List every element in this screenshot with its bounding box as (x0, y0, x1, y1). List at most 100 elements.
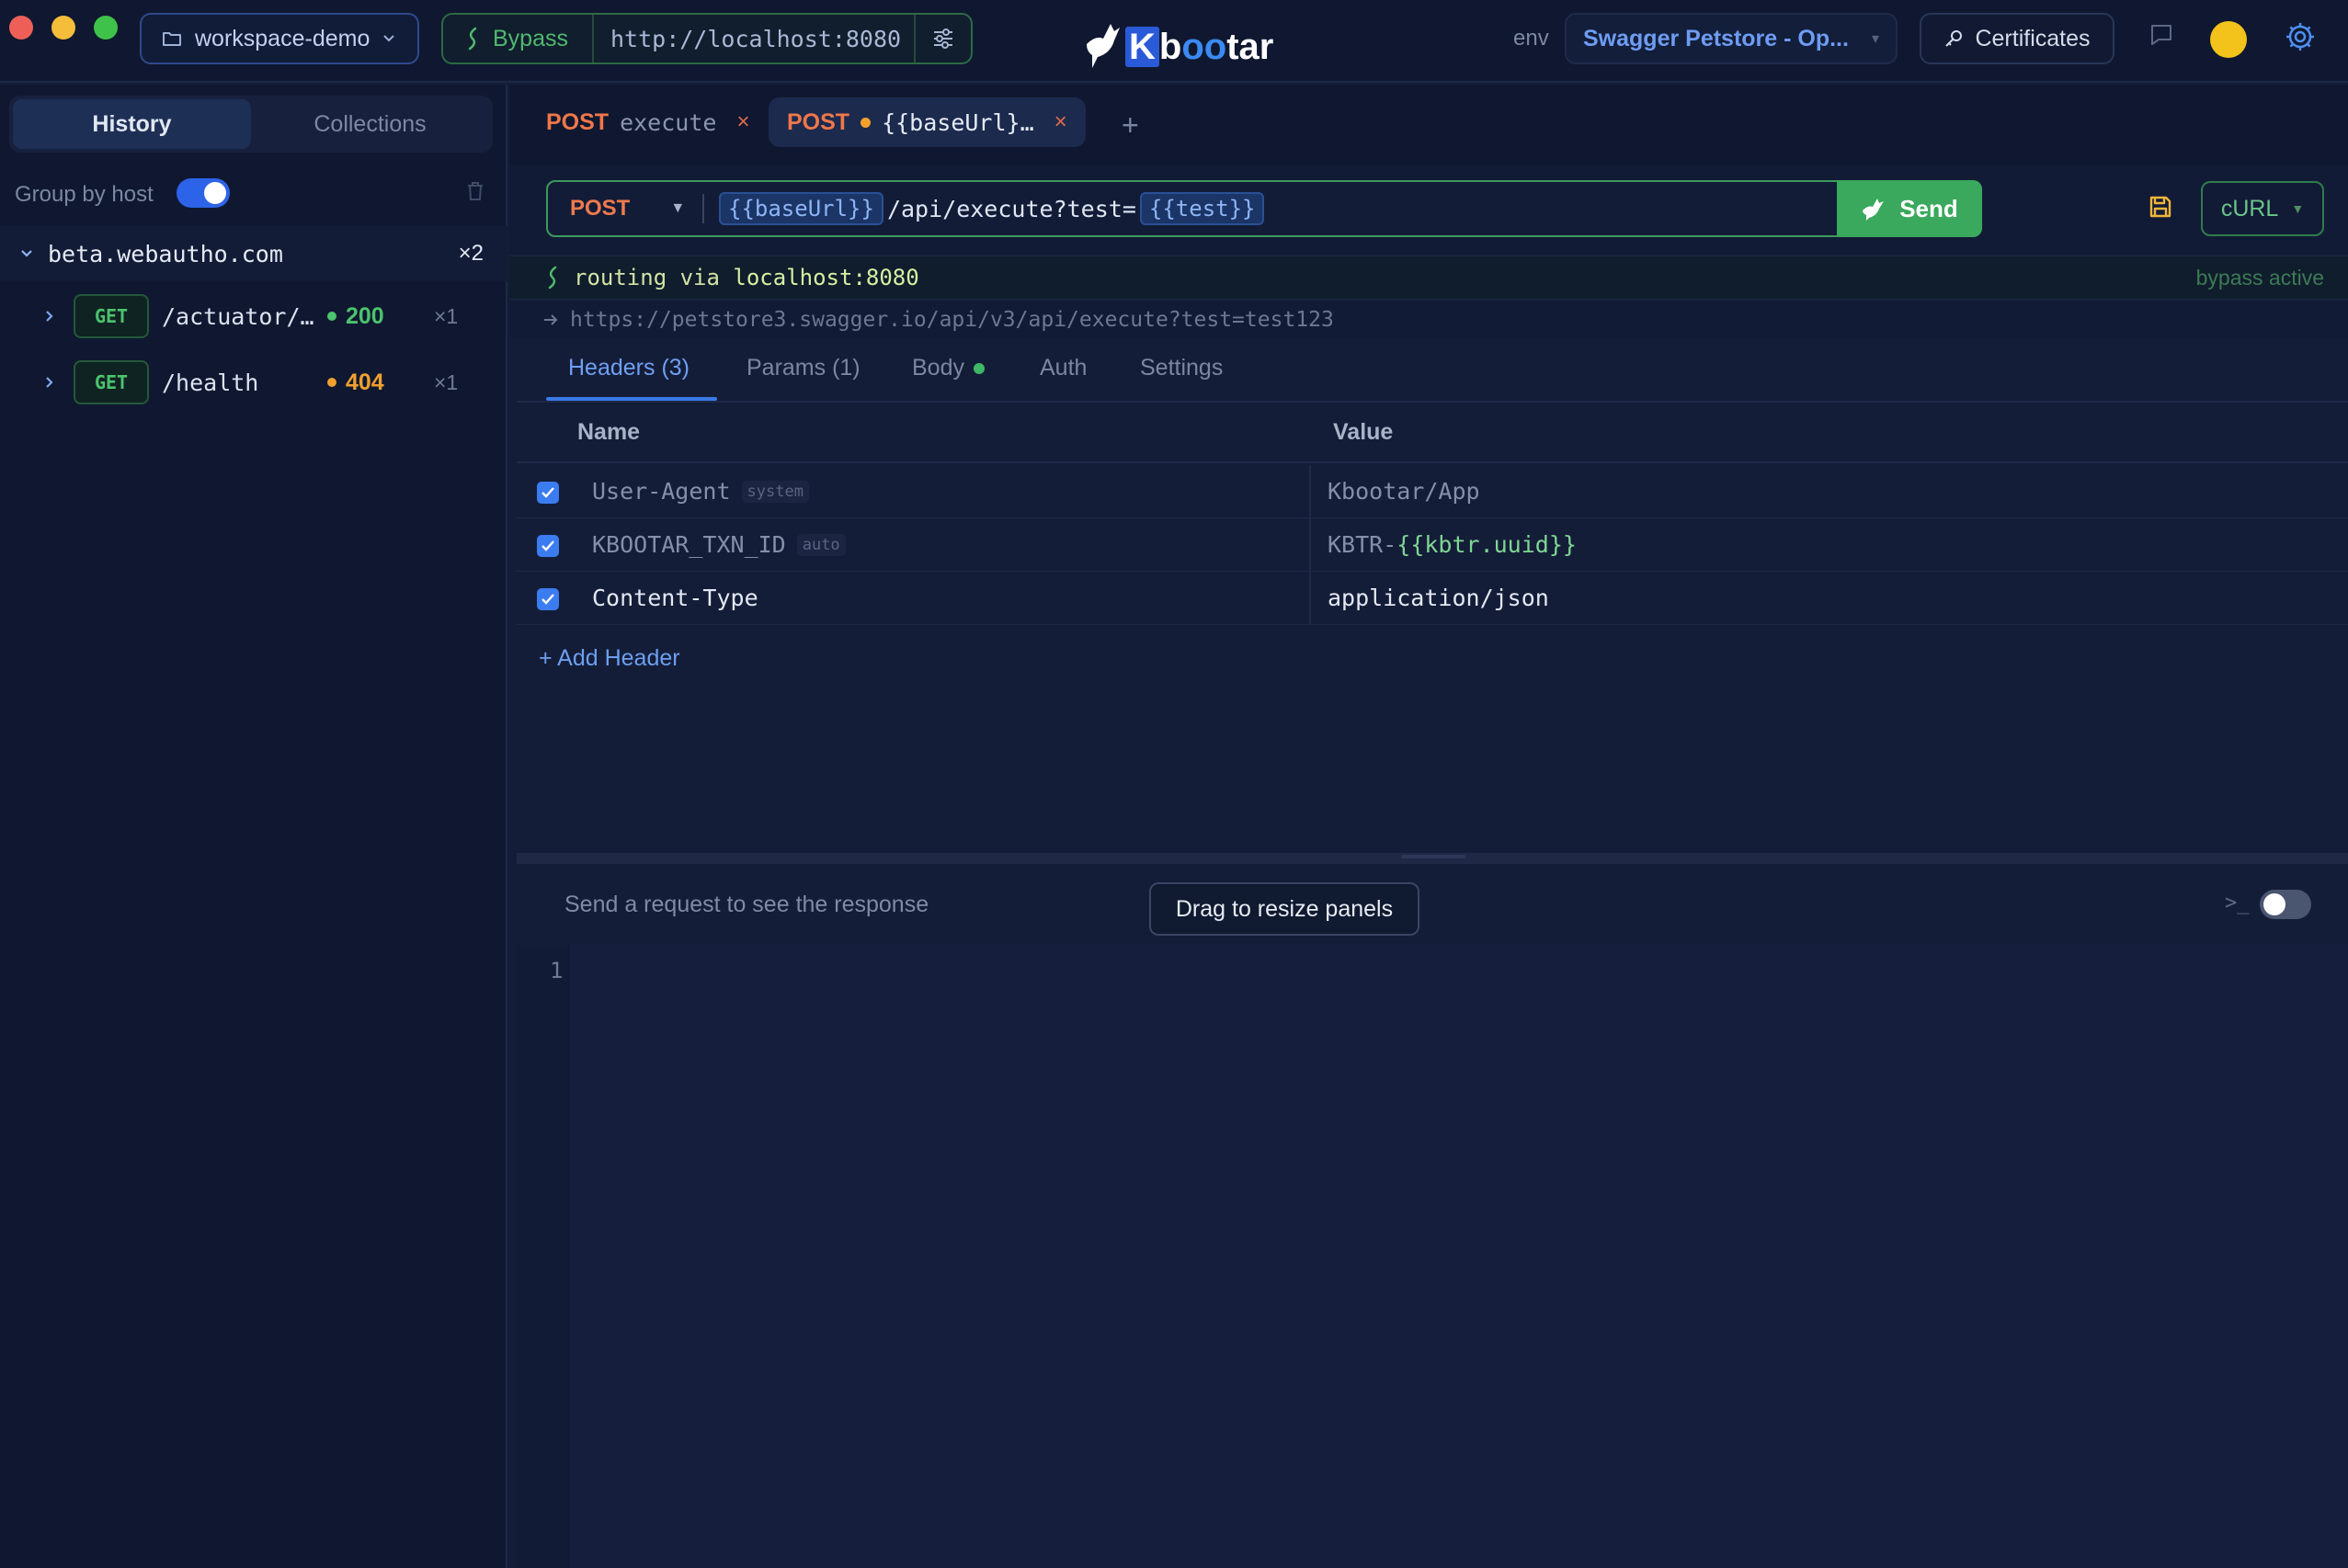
close-tab-icon[interactable]: × (1054, 109, 1067, 135)
send-button[interactable]: Send (1837, 180, 1982, 237)
env-label: env (1513, 26, 1549, 51)
chevron-down-icon (383, 35, 395, 42)
header-value[interactable]: KBTR-{{kbtr.uuid}} (1328, 531, 1577, 558)
header-value[interactable]: Kbootar/App (1328, 478, 1480, 505)
routing-prefix: routing via (574, 265, 720, 290)
tab-body[interactable]: Body (912, 355, 985, 381)
tab-auth[interactable]: Auth (1040, 355, 1087, 381)
close-tab-icon[interactable]: × (736, 109, 749, 135)
tab-auth-label: Auth (1040, 355, 1088, 381)
history-item[interactable]: GET /actuator/… 200 ×1 (0, 292, 507, 340)
status-code: 404 (346, 369, 384, 395)
header-checkbox[interactable] (537, 588, 559, 610)
tab-params[interactable]: Params (1) (747, 355, 861, 381)
history-path: /actuator/… (162, 302, 314, 330)
add-header-button[interactable]: + Add Header (539, 645, 680, 672)
terminal-icon: >_ (2225, 892, 2250, 915)
method-label: POST (570, 196, 631, 221)
maximize-window-button[interactable] (94, 16, 118, 40)
trash-icon[interactable] (465, 180, 485, 202)
unsaved-dot (861, 117, 872, 128)
status-dot (327, 378, 336, 387)
certificates-label: Certificates (1975, 25, 2091, 51)
tab-collections[interactable]: Collections (251, 99, 489, 149)
response-header: Send a request to see the response Drag … (517, 864, 2348, 945)
column-divider (1309, 518, 1311, 572)
group-by-host-label: Group by host (15, 182, 154, 207)
workspace-name: workspace-demo (195, 25, 370, 51)
tab-history[interactable]: History (13, 99, 251, 149)
tab-params-label: Params (1) (747, 355, 861, 381)
route-icon (548, 266, 557, 290)
panel-resize-handle[interactable] (517, 853, 2348, 864)
request-tab-active[interactable]: POST {{baseUrl}… × (769, 97, 1086, 147)
export-curl-button[interactable]: cURL ▼ (2201, 181, 2324, 236)
chevron-down-icon (21, 250, 32, 257)
workspace-selector[interactable]: workspace-demo (140, 13, 419, 64)
proxy-settings-button[interactable] (916, 28, 971, 50)
environment-selector[interactable]: Swagger Petstore - Op... ▾ (1565, 13, 1898, 64)
url-input[interactable]: POST ▼ {{baseUrl}} /api/execute?test= {{… (546, 180, 1982, 237)
routing-host: localhost:8080 (733, 265, 919, 290)
header-checkbox[interactable] (537, 535, 559, 557)
gear-icon[interactable] (2284, 20, 2317, 53)
bypass-url[interactable]: http://localhost:8080 (594, 15, 916, 62)
header-name[interactable]: Content-Type (592, 585, 758, 611)
headers-table: Name Value User-Agent system Kbootar/App… (517, 404, 2348, 855)
folder-icon (163, 32, 181, 46)
variable-chip[interactable]: {{test}} (1139, 192, 1265, 225)
chevron-right-icon[interactable] (44, 309, 55, 324)
tab-settings[interactable]: Settings (1140, 355, 1223, 381)
chevron-right-icon[interactable] (44, 375, 55, 390)
url-path[interactable]: /api/execute?test= (887, 196, 1136, 222)
console-toggle[interactable] (2260, 890, 2311, 919)
key-icon (1945, 30, 1963, 47)
new-tab-button[interactable]: + (1122, 108, 1139, 142)
certificates-button[interactable]: Certificates (1920, 13, 2114, 64)
status-dot (327, 312, 336, 321)
close-window-button[interactable] (9, 16, 33, 40)
header-name[interactable]: KBOOTAR_TXN_ID auto (592, 531, 846, 558)
save-icon[interactable] (2149, 195, 2172, 219)
request-tab-strip: POST execute × POST {{baseUrl}… × + (509, 85, 2348, 165)
header-value[interactable]: application/json (1328, 585, 1549, 611)
column-divider (1309, 465, 1311, 518)
resize-grip[interactable] (1401, 855, 1465, 858)
host-group-row[interactable]: beta.webautho.com ×2 (0, 226, 507, 281)
active-tab-indicator (546, 397, 717, 401)
sidebar: History Collections Group by host beta.w… (0, 85, 507, 1568)
line-gutter (517, 945, 570, 1568)
header-name-text: User-Agent (592, 478, 731, 505)
check-icon (541, 487, 554, 498)
response-editor[interactable]: 1 (517, 945, 2348, 1568)
request-section-tabs: Headers (3) Params (1) Body Auth Setting… (517, 340, 2348, 403)
title-bar: workspace-demo Bypass http://localhost:8… (0, 0, 2348, 83)
history-item[interactable]: GET /health 404 ×1 (0, 358, 507, 406)
tab-headers[interactable]: Headers (3) (568, 355, 690, 381)
proxy-bypass-control[interactable]: Bypass http://localhost:8080 (441, 13, 973, 64)
tab-settings-label: Settings (1140, 355, 1224, 381)
sliders-icon (934, 28, 952, 49)
header-value-prefix: KBTR- (1328, 531, 1397, 558)
header-checkbox[interactable] (537, 482, 559, 504)
method-selector[interactable]: POST ▼ (548, 194, 704, 223)
chat-icon[interactable] (2149, 22, 2174, 48)
header-value-variable: {{kbtr.uuid}} (1396, 531, 1577, 558)
bypass-toggle[interactable]: Bypass (443, 15, 594, 62)
header-name[interactable]: User-Agent system (592, 478, 809, 505)
tab-headers-label: Headers (3) (568, 355, 690, 381)
environment-name: Swagger Petstore - Op... (1583, 25, 1849, 51)
table-row: Content-Type application/json (517, 572, 2348, 625)
request-tab[interactable]: POST execute × (528, 97, 768, 147)
user-avatar[interactable] (2210, 21, 2247, 58)
group-by-host-toggle[interactable] (177, 178, 230, 208)
column-divider (1309, 572, 1311, 625)
table-header: Name Value (517, 404, 2348, 463)
caret-down-icon: ▼ (2291, 201, 2305, 216)
status-badge: 404 (327, 369, 384, 396)
resize-tooltip: Drag to resize panels (1149, 882, 1419, 936)
variable-chip[interactable]: {{baseUrl}} (719, 192, 883, 225)
route-icon (468, 27, 477, 51)
minimize-window-button[interactable] (51, 16, 75, 40)
tab-method: POST (787, 108, 850, 135)
